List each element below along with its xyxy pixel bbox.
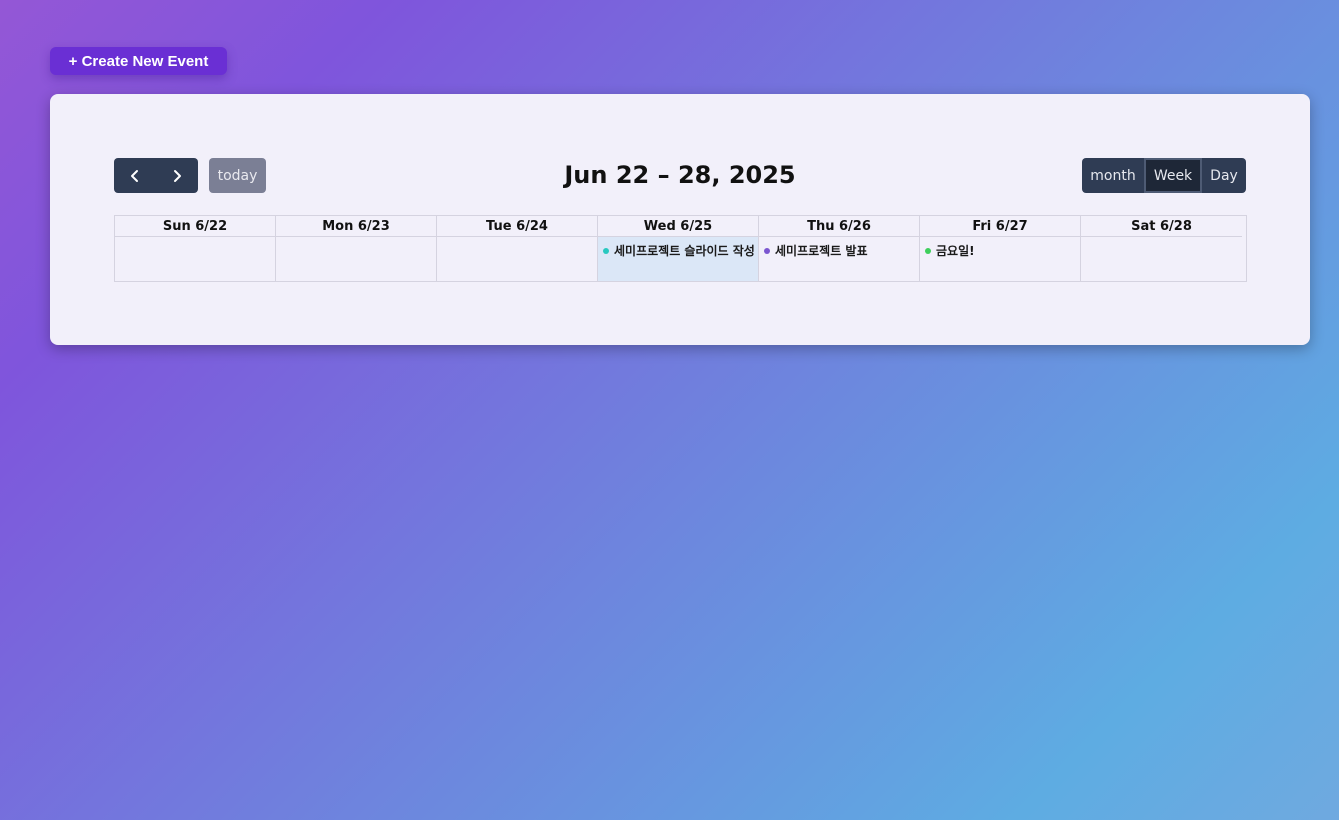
month-view-button[interactable]: month [1082,158,1144,193]
prev-next-group [114,158,198,193]
view-switcher: month Week Day [1082,158,1246,193]
event-item[interactable]: 세미프로젝트 슬라이드 작성 [603,242,755,259]
day-header: Mon 6/23 [276,216,437,237]
event-color-dot [764,247,770,254]
prev-button[interactable] [114,158,156,193]
all-day-row: 세미프로젝트 슬라이드 작성 세미프로젝트 발표 금요일! [115,237,1246,281]
day-header: Tue 6/24 [437,216,598,237]
day-cell-mon[interactable] [276,237,437,281]
chevron-left-icon [131,169,138,182]
day-cell-wed[interactable]: 세미프로젝트 슬라이드 작성 [598,237,759,281]
create-new-event-button[interactable]: + Create New Event [50,47,227,75]
day-header: Sat 6/28 [1081,216,1242,237]
event-title: 세미프로젝트 슬라이드 작성 [614,244,755,258]
event-title: 금요일! [936,244,975,258]
day-view-button[interactable]: Day [1202,158,1246,193]
chevron-right-icon [174,169,181,182]
day-header: Wed 6/25 [598,216,759,237]
calendar-card: today Jun 22 – 28, 2025 month Week Day S… [50,94,1310,345]
calendar-title: Jun 22 – 28, 2025 [564,161,796,189]
event-color-dot [925,247,931,254]
day-cell-thu[interactable]: 세미프로젝트 발표 [759,237,920,281]
day-cell-sat[interactable] [1081,237,1242,281]
week-grid: Sun 6/22 Mon 6/23 Tue 6/24 Wed 6/25 Thu … [114,215,1247,282]
event-color-dot [603,247,609,254]
day-header: Thu 6/26 [759,216,920,237]
day-cell-tue[interactable] [437,237,598,281]
calendar-toolbar: today Jun 22 – 28, 2025 month Week Day [114,158,1246,193]
day-header: Fri 6/27 [920,216,1081,237]
day-cell-fri[interactable]: 금요일! [920,237,1081,281]
next-button[interactable] [156,158,198,193]
day-header-row: Sun 6/22 Mon 6/23 Tue 6/24 Wed 6/25 Thu … [115,216,1246,237]
event-item[interactable]: 금요일! [925,242,1076,259]
event-item[interactable]: 세미프로젝트 발표 [764,242,915,259]
day-header: Sun 6/22 [115,216,276,237]
event-title: 세미프로젝트 발표 [775,244,868,258]
week-view-button[interactable]: Week [1144,158,1202,193]
day-cell-sun[interactable] [115,237,276,281]
today-button[interactable]: today [209,158,266,193]
